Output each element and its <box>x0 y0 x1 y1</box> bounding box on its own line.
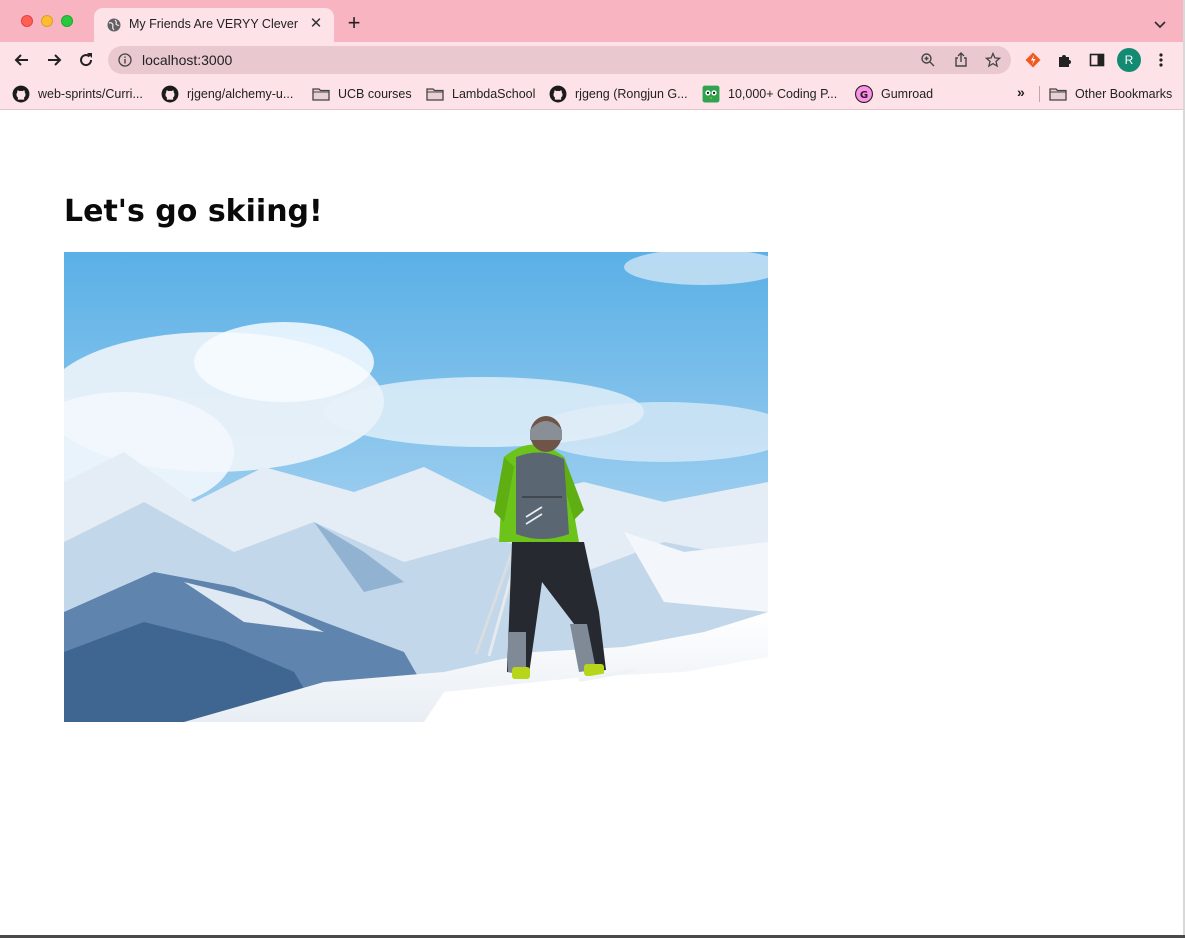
minimize-window-button[interactable] <box>41 15 53 27</box>
tab-strip: My Friends Are VERYY Clever ✕ + <box>0 0 1185 42</box>
bookmark-label: Gumroad <box>881 87 934 101</box>
side-panel-icon[interactable] <box>1089 52 1105 68</box>
zoom-icon[interactable] <box>920 52 936 68</box>
bookmark-item[interactable]: UCB courses <box>312 84 412 104</box>
github-icon <box>12 85 30 103</box>
globe-icon <box>107 18 121 32</box>
tab-title: My Friends Are VERYY Clever <box>129 17 299 31</box>
bookmarks-bar: web-sprints/Curri... rjgeng/alchemy-u...… <box>0 78 1185 110</box>
gumroad-icon: G <box>855 85 873 103</box>
bookmark-item[interactable]: LambdaSchool <box>426 84 535 104</box>
address-bar[interactable]: localhost:3000 <box>108 46 1011 74</box>
zoom-window-button[interactable] <box>61 15 73 27</box>
bookmark-label: web-sprints/Curri... <box>38 87 143 101</box>
back-arrow-icon[interactable] <box>12 50 32 70</box>
github-icon <box>161 85 179 103</box>
browser-toolbar: localhost:3000 R <box>0 42 1185 78</box>
github-icon <box>549 85 567 103</box>
forward-arrow-icon[interactable] <box>44 50 64 70</box>
reload-icon[interactable] <box>76 50 96 70</box>
page-heading: Let's go skiing! <box>64 194 323 229</box>
bookmark-item[interactable]: 10,000+ Coding P... <box>702 84 837 104</box>
other-bookmarks-folder[interactable]: Other Bookmarks <box>1049 84 1172 104</box>
profile-avatar[interactable]: R <box>1117 48 1141 72</box>
folder-icon <box>1049 88 1067 101</box>
tab-close-icon[interactable]: ✕ <box>308 16 324 32</box>
page-content: Let's go skiing! <box>0 111 1185 938</box>
browser-window: My Friends Are VERYY Clever ✕ + localhos… <box>0 0 1185 938</box>
owl-icon <box>702 85 720 103</box>
other-bookmarks-label: Other Bookmarks <box>1075 87 1173 101</box>
svg-text:G: G <box>860 90 868 101</box>
bookmark-item[interactable]: rjgeng/alchemy-u... <box>161 84 293 104</box>
extensions-puzzle-icon[interactable] <box>1057 52 1073 68</box>
bookmark-label: 10,000+ Coding P... <box>728 87 838 101</box>
bookmark-label: rjgeng/alchemy-u... <box>187 87 294 101</box>
new-tab-button[interactable]: + <box>344 12 364 34</box>
url-text: localhost:3000 <box>142 52 233 68</box>
share-icon[interactable] <box>953 52 969 68</box>
skier-photo <box>64 252 768 722</box>
folder-icon <box>426 88 444 101</box>
extension-orange-icon[interactable] <box>1025 52 1041 68</box>
menu-kebab-icon[interactable] <box>1153 52 1169 68</box>
bookmark-item[interactable]: G Gumroad <box>855 84 933 104</box>
bookmark-star-icon[interactable] <box>985 52 1001 68</box>
site-info-icon[interactable] <box>118 53 132 67</box>
close-window-button[interactable] <box>21 15 33 27</box>
bookmarks-divider <box>1039 86 1040 102</box>
bookmark-item[interactable]: web-sprints/Curri... <box>12 84 143 104</box>
bookmark-label: LambdaSchool <box>452 87 536 101</box>
tab-search-chevron-icon[interactable] <box>1152 16 1168 32</box>
bookmark-label: UCB courses <box>338 87 412 101</box>
bookmark-item[interactable]: rjgeng (Rongjun G... <box>549 84 688 104</box>
folder-icon <box>312 88 330 101</box>
browser-tab[interactable]: My Friends Are VERYY Clever ✕ <box>94 8 334 42</box>
bookmark-label: rjgeng (Rongjun G... <box>575 87 688 101</box>
more-bookmarks-chevron[interactable]: » <box>1017 84 1025 100</box>
